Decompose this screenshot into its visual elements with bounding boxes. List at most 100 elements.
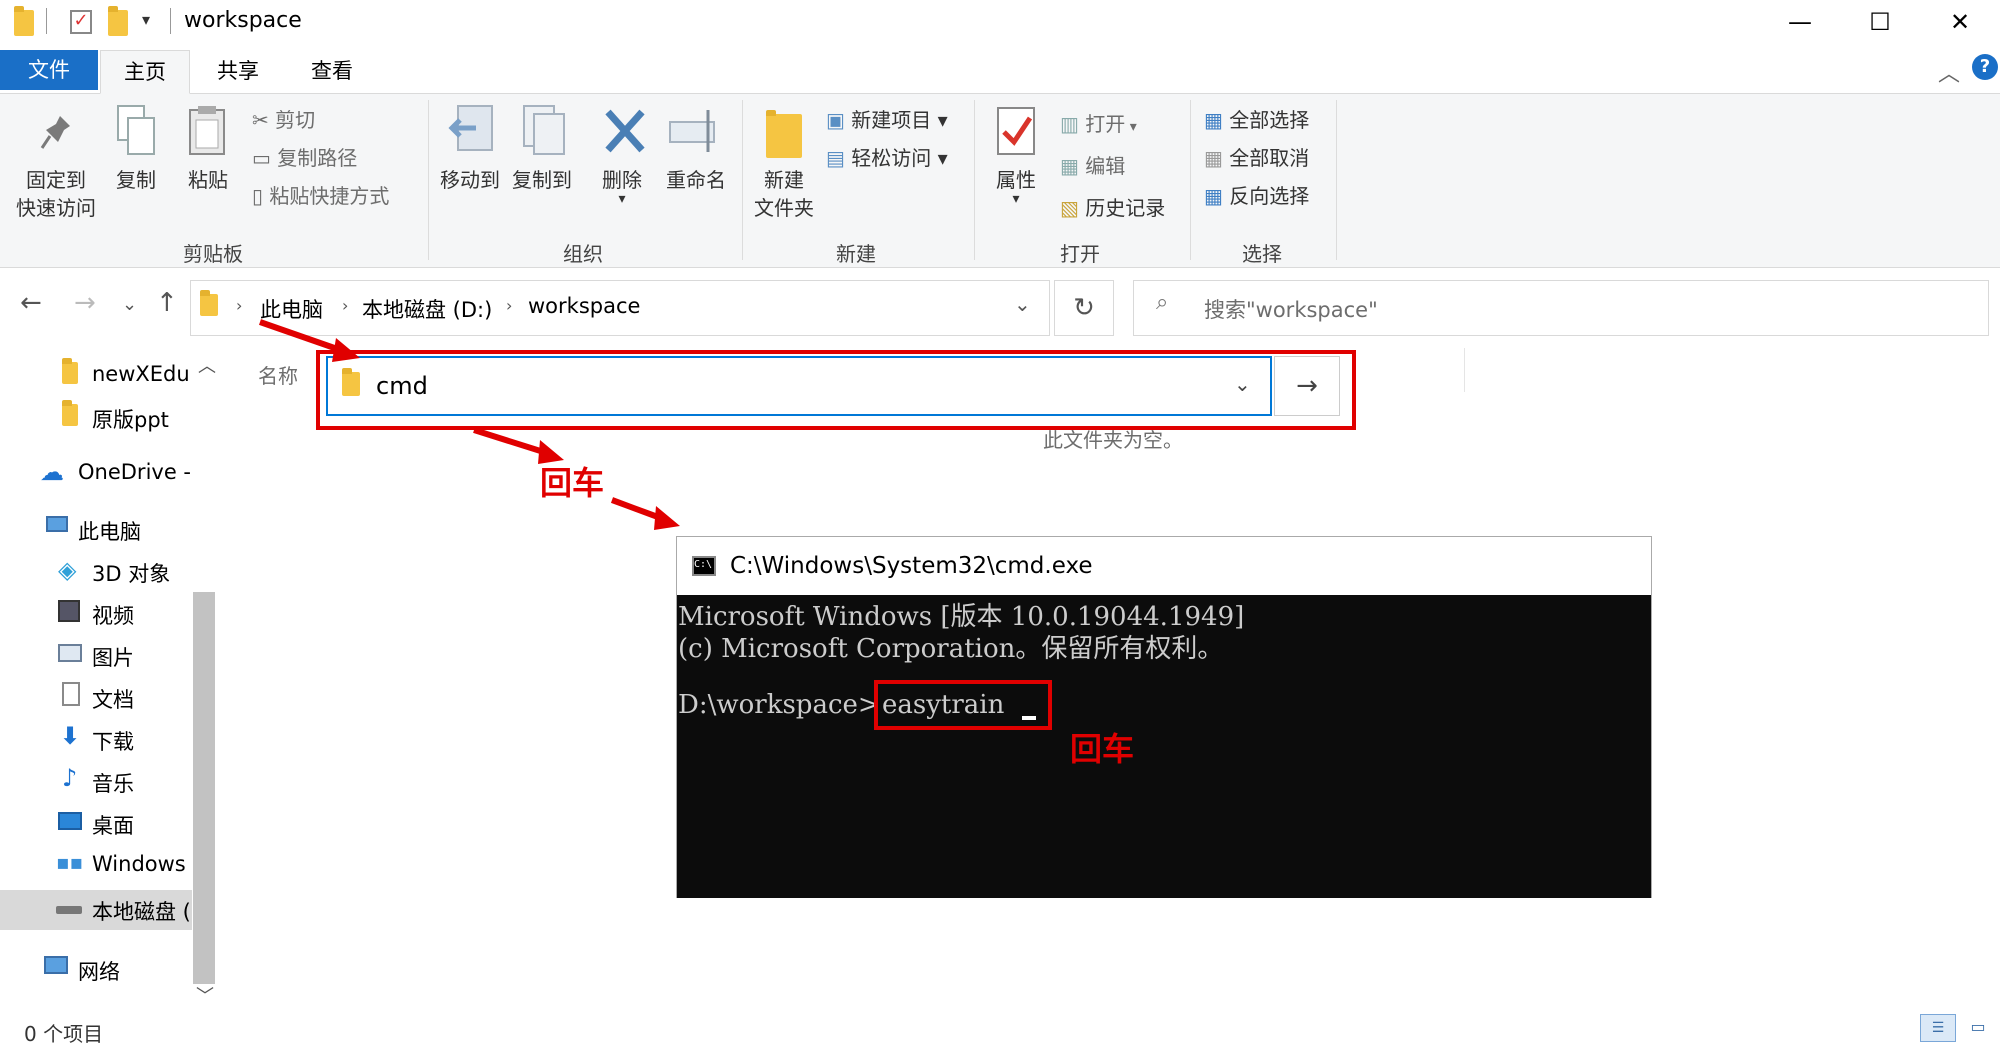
chevron-right-icon: ›	[342, 296, 349, 315]
copy-to-icon	[520, 104, 570, 158]
nav-item-documents[interactable]: 文档	[0, 678, 200, 718]
annotation-arrow	[259, 319, 360, 362]
open-icon: ▥	[1060, 112, 1086, 136]
scissors-icon: ✂	[252, 108, 276, 132]
up-button[interactable]: ↑	[156, 288, 178, 318]
delete-icon	[602, 106, 648, 156]
edit-button[interactable]: ▦ 编辑	[1060, 150, 1125, 179]
tab-home[interactable]: 主页	[100, 50, 190, 94]
easy-access-button[interactable]: ▤ 轻松访问 ▾	[826, 142, 948, 171]
annotation-enter-2: 回车	[1070, 730, 1135, 768]
cmd-line-copyright: (c) Microsoft Corporation。保留所有权利。	[678, 634, 1224, 664]
select-all-button[interactable]: ▦ 全部选择	[1204, 104, 1309, 133]
properties-button[interactable]: 属性 ▾	[986, 166, 1046, 206]
folder-icon	[14, 6, 34, 36]
nav-item-3d-objects[interactable]: ◈ 3D 对象	[0, 552, 200, 592]
address-dropdown-icon[interactable]: ⌄	[1014, 292, 1031, 316]
forward-button[interactable]: →	[74, 288, 96, 318]
history-button[interactable]: ▧ 历史记录	[1060, 192, 1165, 221]
nav-item-windows-drive[interactable]: ▪▪ Windows	[0, 846, 200, 886]
tab-share[interactable]: 共享	[200, 50, 276, 94]
paste-icon	[186, 104, 230, 158]
collapse-ribbon-icon[interactable]: ︿	[1938, 56, 1960, 88]
nav-item-music[interactable]: ♪ 音乐	[0, 762, 200, 802]
group-separator	[974, 100, 975, 260]
delete-button[interactable]: 删除 ▾	[592, 166, 652, 207]
properties-quick-icon[interactable]: ✓	[70, 10, 92, 34]
chevron-down-icon: ▾	[1125, 119, 1137, 135]
nav-item-network[interactable]: 网络	[0, 950, 200, 990]
move-to-icon	[448, 104, 498, 158]
edit-icon: ▦	[1060, 154, 1086, 178]
annotation-highlight-box	[874, 680, 1052, 730]
copy-path-button[interactable]: ▭ 复制路径	[252, 142, 357, 171]
cut-button[interactable]: ✂ 剪切	[252, 104, 315, 133]
nav-item-desktop[interactable]: 桌面	[0, 804, 200, 844]
rename-icon	[668, 106, 724, 156]
new-item-button[interactable]: ▣ 新建项目 ▾	[826, 104, 948, 133]
new-folder-quick-icon[interactable]	[108, 6, 128, 36]
close-button[interactable]: ✕	[1920, 0, 2000, 46]
download-icon: ⬇	[60, 722, 81, 750]
help-icon[interactable]: ?	[1972, 54, 1998, 80]
folder-icon	[62, 358, 78, 384]
back-button[interactable]: ←	[20, 288, 42, 318]
select-none-button[interactable]: ▦ 全部取消	[1204, 142, 1309, 171]
nav-item-videos[interactable]: 视频	[0, 594, 200, 634]
copy-to-button[interactable]: 复制到	[506, 166, 578, 194]
scrollbar-thumb[interactable]	[193, 592, 215, 984]
new-folder-button[interactable]: 新建 文件夹	[746, 166, 822, 222]
new-folder-icon	[766, 110, 802, 158]
nav-item-pictures[interactable]: 图片	[0, 636, 200, 676]
column-divider	[1464, 348, 1465, 392]
large-icons-view-icon[interactable]: ▭	[1962, 1014, 1994, 1042]
breadcrumb-workspace[interactable]: workspace	[528, 294, 640, 318]
network-icon	[44, 956, 68, 974]
group-label-new: 新建	[836, 242, 876, 266]
tab-file[interactable]: 文件	[0, 50, 98, 90]
document-icon	[62, 682, 80, 706]
nav-item-this-pc[interactable]: 此电脑	[0, 510, 200, 550]
search-placeholder: 搜索"workspace"	[1204, 298, 1378, 322]
tab-view[interactable]: 查看	[292, 50, 372, 94]
scroll-up-icon[interactable]: ︿	[198, 352, 216, 378]
nav-item-onedrive[interactable]: ☁ OneDrive -	[0, 454, 200, 494]
move-to-button[interactable]: 移动到	[434, 166, 506, 194]
rename-button[interactable]: 重命名	[660, 166, 732, 194]
pin-quick-access-button[interactable]: 固定到 快速访问	[6, 166, 106, 222]
nav-item-downloads[interactable]: ⬇ 下载	[0, 720, 200, 760]
cloud-icon: ☁	[40, 458, 64, 486]
breadcrumb-local-disk[interactable]: 本地磁盘 (D:)	[362, 294, 492, 324]
chevron-down-icon: ▾	[931, 108, 948, 132]
cmd-title: C:\Windows\System32\cmd.exe	[730, 553, 1093, 579]
refresh-button[interactable]: ↻	[1054, 280, 1114, 336]
details-view-icon[interactable]: ☰	[1920, 1014, 1956, 1042]
nav-item-local-disk[interactable]: 本地磁盘 (	[0, 890, 192, 930]
annotation-arrow	[610, 497, 680, 530]
minimize-button[interactable]: —	[1760, 0, 1840, 46]
paste-shortcut-icon: ▯	[252, 184, 270, 208]
customize-quick-access-icon[interactable]: ▾	[142, 10, 150, 29]
nav-item-newxedu[interactable]: newXEdu	[0, 356, 200, 396]
new-item-icon: ▣	[826, 108, 852, 132]
open-button[interactable]: ▥ 打开 ▾	[1060, 108, 1137, 137]
invert-selection-button[interactable]: ▦ 反向选择	[1204, 180, 1309, 209]
maximize-button[interactable]: ☐	[1840, 0, 1920, 46]
paste-button[interactable]: 粘贴	[180, 166, 236, 194]
chevron-down-icon: ▾	[931, 146, 948, 170]
divider	[170, 8, 171, 34]
properties-icon	[994, 104, 1040, 160]
folder-icon	[200, 290, 218, 316]
status-item-count: 0 个项目	[24, 1022, 104, 1046]
chevron-down-icon: ▾	[618, 191, 626, 207]
paste-shortcut-button[interactable]: ▯ 粘贴快捷方式	[252, 180, 389, 209]
copy-path-icon: ▭	[252, 146, 278, 170]
scroll-down-icon[interactable]: ﹀	[196, 982, 214, 1008]
group-separator	[428, 100, 429, 260]
group-separator	[1190, 100, 1191, 260]
window-title: workspace	[184, 8, 302, 33]
copy-button[interactable]: 复制	[110, 166, 162, 194]
pin-icon	[38, 112, 74, 156]
nav-item-original-ppt[interactable]: 原版ppt	[0, 398, 200, 438]
recent-locations-icon[interactable]: ⌄	[122, 294, 137, 315]
